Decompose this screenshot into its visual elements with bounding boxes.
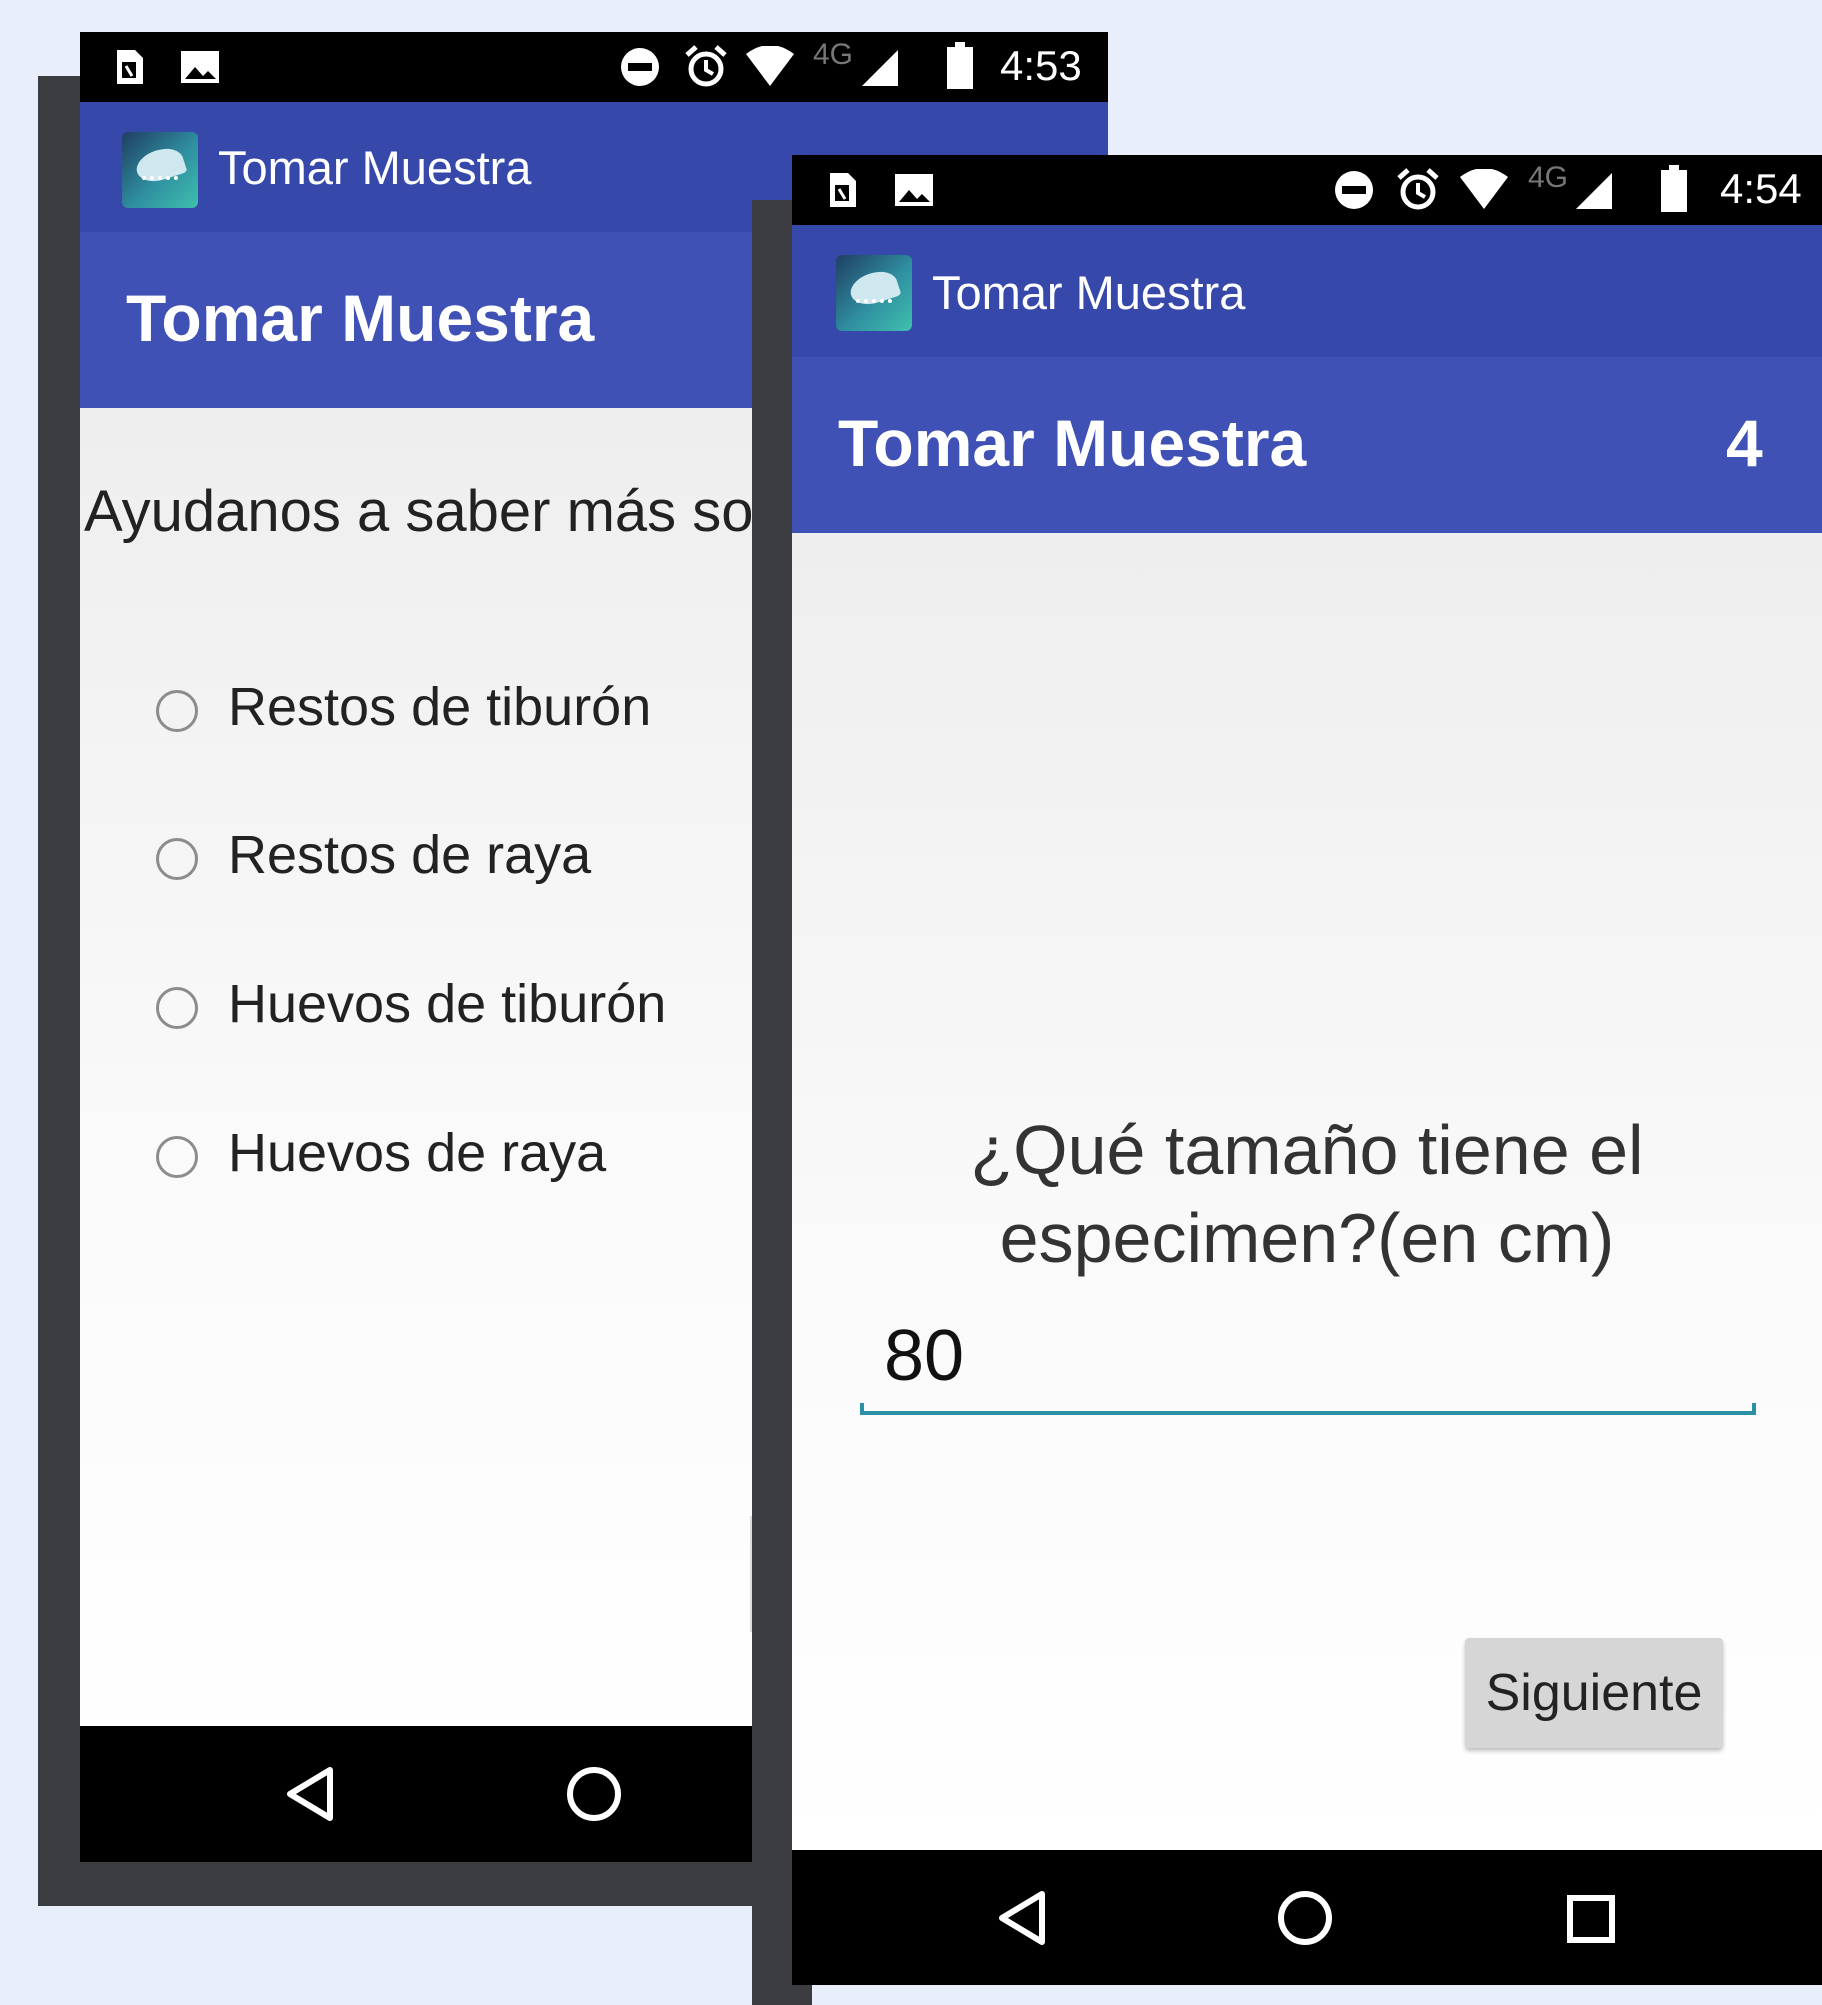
home-icon[interactable] <box>1277 1890 1333 1946</box>
battery-icon <box>947 42 973 89</box>
radio-button[interactable] <box>156 987 198 1029</box>
status-time: 4:53 <box>1000 42 1082 89</box>
screen-header: Tomar Muestra 4 <box>792 357 1822 533</box>
input-underline <box>860 1403 1756 1415</box>
sim-card-icon <box>830 173 856 207</box>
radio-button[interactable] <box>156 1136 198 1178</box>
step-number: 4 <box>1726 406 1763 480</box>
app-logo-icon <box>122 132 198 208</box>
signal-icon <box>1576 173 1612 209</box>
navigation-bar <box>792 1850 1822 1985</box>
front-phone-screen: 4G 4:54 Tomar Muestra Tomar Muestra 4 ¿Q… <box>792 155 1822 1985</box>
radio-label: Huevos de tiburón <box>228 974 667 1034</box>
status-bar: 4G 4:53 <box>80 32 1108 102</box>
back-icon[interactable] <box>282 1766 338 1822</box>
wifi-icon <box>1460 169 1508 209</box>
size-input-value[interactable]: 80 <box>884 1315 964 1397</box>
wifi-icon <box>746 46 794 86</box>
alarm-icon <box>685 45 727 87</box>
app-title: Tomar Muestra <box>218 141 532 194</box>
prompt-text: Ayudanos a saber más so <box>84 479 754 544</box>
radio-label: Restos de raya <box>228 825 592 885</box>
status-time: 4:54 <box>1720 165 1802 212</box>
network-type-label: 4G <box>1528 161 1569 194</box>
status-bar: 4G 4:54 <box>792 155 1822 225</box>
question-text: ¿Qué tamaño tiene el especimen?(en cm) <box>970 1111 1644 1277</box>
page-title: Tomar Muestra <box>126 281 595 355</box>
image-icon <box>181 51 219 83</box>
alarm-icon <box>1397 168 1439 210</box>
do-not-disturb-icon <box>621 48 659 86</box>
network-type-label: 4G <box>813 38 854 71</box>
home-icon[interactable] <box>566 1766 622 1822</box>
sim-card-icon <box>117 50 143 84</box>
radio-button[interactable] <box>156 838 198 880</box>
battery-icon <box>1661 165 1687 212</box>
page-title: Tomar Muestra <box>838 406 1307 480</box>
do-not-disturb-icon <box>1335 171 1373 209</box>
radio-button[interactable] <box>156 690 198 732</box>
app-title: Tomar Muestra <box>932 266 1246 319</box>
size-input[interactable]: 80 <box>860 1315 1756 1415</box>
back-icon[interactable] <box>994 1890 1050 1946</box>
radio-label: Restos de tiburón <box>228 677 652 737</box>
app-bar: Tomar Muestra <box>792 225 1822 357</box>
recents-icon[interactable] <box>1566 1894 1616 1944</box>
app-logo-icon <box>836 255 912 331</box>
radio-label: Huevos de raya <box>228 1123 607 1183</box>
signal-icon <box>862 50 898 86</box>
image-icon <box>895 174 933 206</box>
next-button[interactable]: Siguiente <box>1465 1638 1723 1748</box>
